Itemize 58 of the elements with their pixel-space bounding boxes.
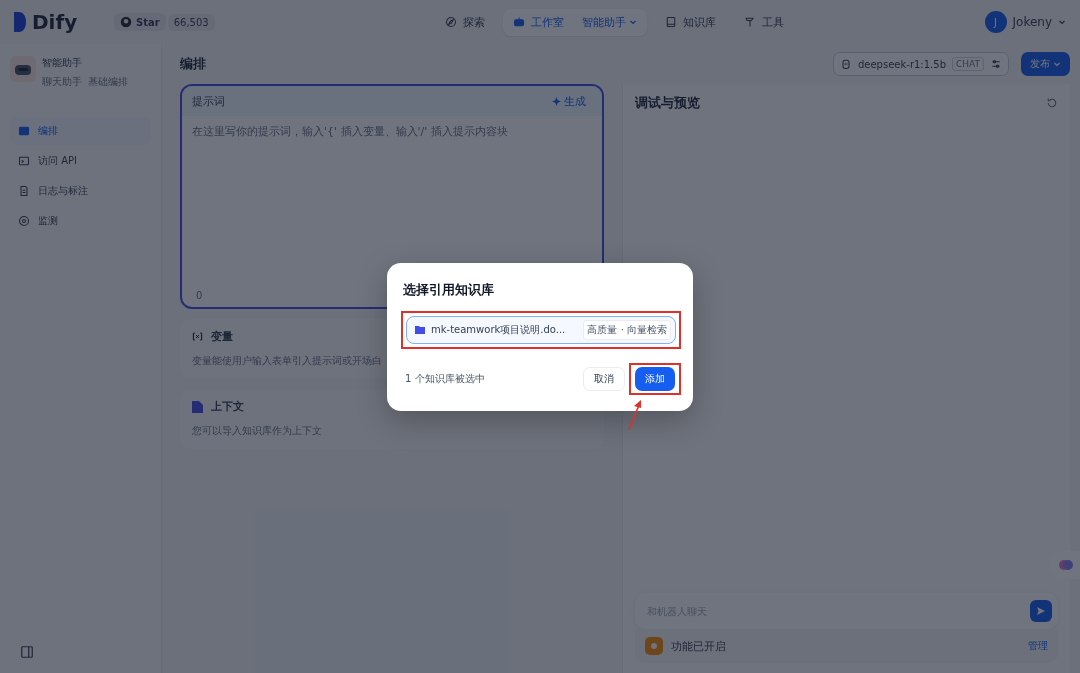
nav-tab[interactable]: 知识库 [655,8,727,36]
variable-icon [192,331,203,342]
manage-link[interactable]: 管理 [1028,639,1048,653]
model-selector[interactable]: deepseek-r1:1.5b CHAT [832,52,1009,76]
nav-tab[interactable]: 工具 [734,8,795,36]
sidebar-item[interactable]: 编排 [10,117,151,145]
folder-icon [415,325,425,334]
brain-icon [1058,557,1074,573]
document-icon [18,185,30,197]
logo-text: Dify [32,10,78,34]
chat-badge: CHAT [952,57,984,71]
annotation-arrow [627,398,643,431]
knowledge-name: mk-teamwork项目说明.do... [431,322,566,337]
sidebar-item[interactable]: 监测 [10,207,151,235]
selection-summary: 1 个知识库被选中 [405,371,485,386]
feature-icon [645,637,663,655]
terminal-icon [18,155,30,167]
star-count: 66,503 [167,13,215,31]
send-button[interactable] [1030,600,1052,622]
index-tag: 高质量 · 向量检索 [583,319,671,340]
panel-icon [20,645,34,659]
publish-button[interactable]: 发布 [1021,52,1070,76]
cancel-button[interactable]: 取消 [583,366,625,391]
nav-tab[interactable]: 工作室 智能助手 [502,8,648,36]
debug-title: 调试与预览 [635,94,700,112]
send-icon [1036,606,1046,616]
sidebar-item[interactable]: 访问 API [10,147,151,175]
nav-tab[interactable]: 探索 [434,8,495,36]
hammer-icon [744,16,757,28]
app-name: 智能助手 [42,56,83,70]
sliders-icon [990,58,1002,70]
chevron-down-icon [1058,18,1066,26]
sidebar-toggle-button[interactable] [20,645,36,661]
variables-title: 变量 [211,329,233,344]
context-title: 上下文 [211,399,244,414]
layout-icon [18,125,30,137]
book-icon [665,16,678,28]
sparkle-icon [552,96,561,106]
sidebar-item[interactable]: 日志与标注 [10,177,151,205]
github-star-button[interactable]: Star [114,13,166,31]
prompt-title: 提示词 [192,93,225,109]
feature-status: 功能已开启 [671,638,726,654]
refresh-icon [1046,97,1058,109]
gauge-icon [18,215,30,227]
robot-avatar-icon [10,56,36,82]
chevron-down-icon [1053,60,1061,68]
logo-icon [14,12,26,32]
dialog-title: 选择引用知识库 [403,280,495,299]
add-button[interactable]: 添加 [635,366,675,391]
file-icon [192,400,203,413]
user-avatar[interactable]: J [984,11,1007,33]
knowledge-item[interactable]: mk-teamwork项目说明.do... 高质量 · 向量检索 [406,315,676,344]
generate-button[interactable]: 生成 [546,92,592,110]
compass-icon [444,16,457,28]
page-title: 编排 [180,55,206,73]
app-picker[interactable]: 智能助手 [581,14,638,30]
model-icon [839,58,852,70]
user-name[interactable]: Jokeny [1012,15,1052,29]
